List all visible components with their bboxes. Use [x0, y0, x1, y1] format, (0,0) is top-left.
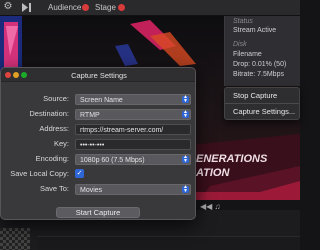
- menu-item-capture-settings[interactable]: Capture Settings...: [233, 107, 295, 116]
- source-select[interactable]: Screen Name ▲ ▼: [75, 94, 191, 105]
- stepper-icon: ▲ ▼: [182, 184, 189, 194]
- menu-separator: [225, 103, 299, 104]
- stepper-icon: ▲ ▼: [182, 109, 189, 119]
- capture-menu: Stop Capture Capture Settings...: [224, 87, 300, 120]
- playback-controls-icon[interactable]: ◀◀ ♫: [200, 202, 221, 211]
- encoding-select[interactable]: 1080p 60 (7.5 Mbps) ▲ ▼: [75, 154, 191, 165]
- capture-settings-dialog: Capture Settings Source: Screen Name ▲ ▼ …: [0, 67, 196, 220]
- filename-value: Filename: [233, 51, 262, 58]
- audience-live-indicator: [82, 4, 89, 11]
- destination-label: Destination:: [29, 109, 69, 118]
- tab-audience[interactable]: Audience: [48, 3, 81, 13]
- gear-icon[interactable]: ⚙: [3, 2, 13, 12]
- stepper-icon: ▲ ▼: [182, 94, 189, 104]
- address-field[interactable]: rtmps://stream-server.com/: [75, 124, 191, 135]
- status-panel: Status Stream Active Disk Filename Drop:…: [224, 16, 300, 86]
- status-label: Status: [233, 18, 253, 25]
- menu-item-stop-capture[interactable]: Stop Capture: [233, 91, 277, 100]
- stepper-icon: ▲ ▼: [182, 154, 189, 164]
- key-field[interactable]: •••-••-•••: [75, 139, 191, 150]
- address-label: Address:: [39, 124, 69, 133]
- timeline-track[interactable]: [38, 236, 300, 250]
- overlay-text-line1: ENERATIONS: [196, 153, 268, 165]
- drop-value: Drop: 0.01% (50): [233, 61, 287, 68]
- status-value: Stream Active: [233, 27, 277, 34]
- encoding-label: Encoding:: [35, 154, 69, 163]
- key-label: Key:: [53, 139, 69, 148]
- save-local-label: Save Local Copy:: [10, 169, 69, 178]
- save-local-checkbox[interactable]: ✓: [75, 169, 84, 178]
- stage-live-indicator: [118, 4, 125, 11]
- tab-stage[interactable]: Stage: [95, 3, 116, 13]
- transparency-thumbnail: [0, 228, 30, 250]
- save-to-label: Save To:: [39, 184, 69, 193]
- start-capture-button[interactable]: Start Capture: [56, 207, 140, 218]
- dialog-title: Capture Settings: [71, 71, 127, 80]
- bitrate-value: Bitrate: 7.5Mbps: [233, 71, 284, 78]
- overlay-text-line2: ATION: [195, 167, 230, 179]
- save-to-select[interactable]: Movies ▲ ▼: [75, 184, 191, 195]
- skip-forward-icon[interactable]: [21, 2, 33, 13]
- source-label: Source:: [43, 94, 69, 103]
- top-toolbar: ⚙ Audience Stage: [0, 0, 300, 16]
- disk-label: Disk: [233, 41, 247, 48]
- destination-select[interactable]: RTMP ▲ ▼: [75, 109, 191, 120]
